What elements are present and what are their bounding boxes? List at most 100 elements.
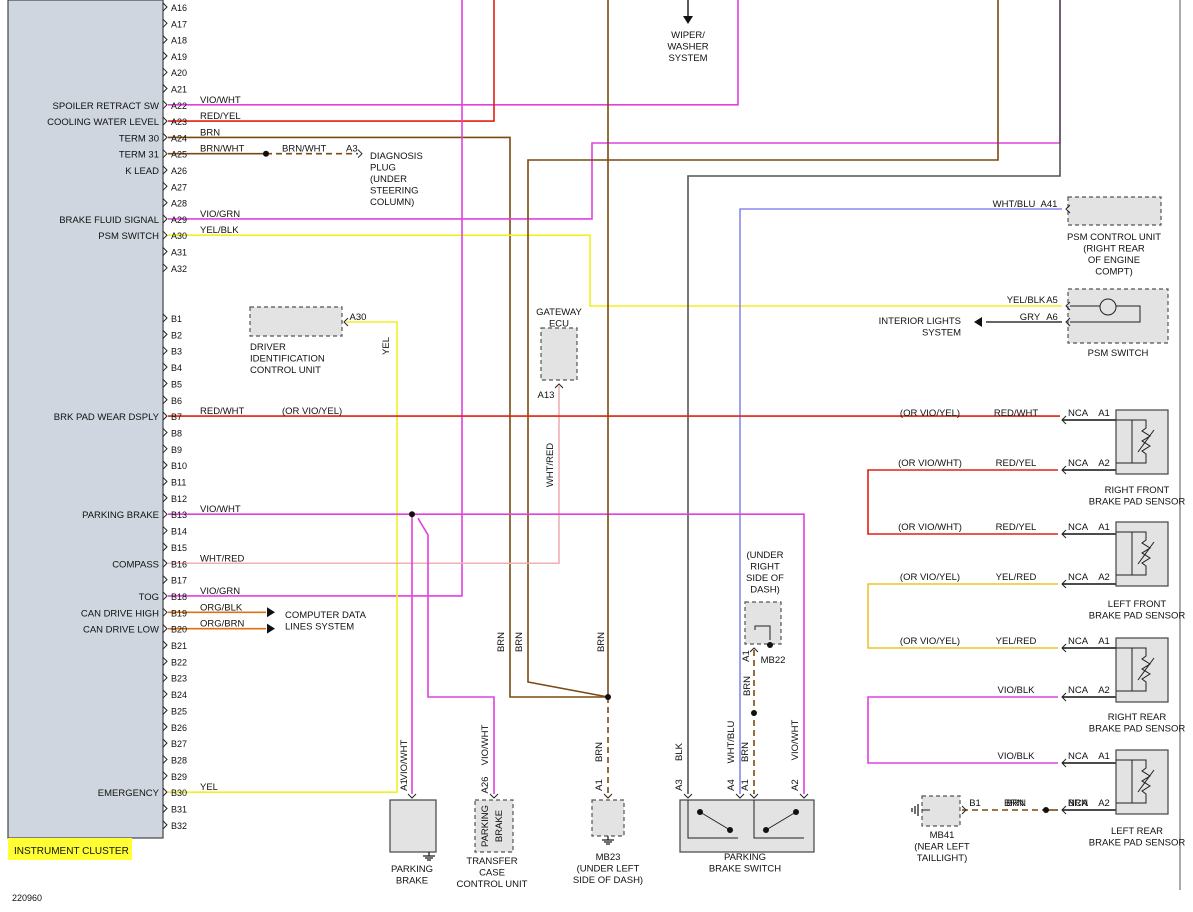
pin-connector [162, 428, 168, 437]
pin-connector [162, 509, 168, 519]
parking-brake-switch-pin: A4 [726, 779, 737, 791]
pin-b9: B9 [171, 445, 182, 455]
splice-dot [767, 642, 773, 648]
pin-a19: A19 [171, 52, 187, 62]
cluster-function-b19: CAN DRIVE HIGH [81, 608, 159, 619]
pin-connector [162, 35, 168, 44]
pin-connector [162, 706, 168, 715]
pin-connector [162, 607, 168, 617]
instrument-cluster-title: INSTRUMENT CLUSTER [14, 846, 129, 857]
pin-b14: B14 [171, 527, 187, 537]
pin-b10: B10 [171, 461, 187, 471]
pin-a18: A18 [171, 36, 187, 46]
driver-id-label: IDENTIFICATION [250, 354, 325, 365]
switch-pivot [763, 827, 769, 833]
cluster-function-b30: EMERGENCY [98, 788, 160, 799]
mb23-label: SIDE OF DASH) [573, 875, 643, 886]
wiper-washer-label: WIPER/ [671, 30, 705, 41]
diagnosis-plug-label: PLUG [370, 163, 396, 174]
pin-b22: B22 [171, 657, 187, 667]
mb41-pin: B1 [969, 798, 981, 809]
parking-brake-switch-connector [749, 793, 759, 799]
splice-dot [751, 710, 757, 716]
diag-wire-color: BRN/WHT [282, 144, 327, 155]
splice-dot [1043, 807, 1049, 813]
gateway-label: GATEWAY [536, 307, 582, 318]
pin-connector [162, 820, 168, 830]
mb22-name: MB22 [761, 655, 786, 666]
psm-control-unit [1067, 196, 1162, 226]
mb22-location-label: (UNDER [747, 550, 784, 561]
pin-b30: B30 [171, 788, 187, 798]
parking-brake-switch-wire: WHT/BLU [726, 720, 737, 763]
rf-a2-wire-color: RED/YEL [996, 458, 1037, 469]
parking-brake-switch-label: BRAKE SWITCH [709, 864, 781, 875]
rr-a2-nca: NCA [1068, 685, 1089, 696]
rf-a2-alt-color: (OR VIO/WHT) [898, 458, 962, 469]
wire-a22 [168, 0, 739, 106]
diagnosis-plug-label: (UNDER [370, 174, 407, 185]
mb22-pin: A1 [741, 650, 752, 662]
pin-b6: B6 [171, 396, 182, 406]
pin-b28: B28 [171, 755, 187, 765]
parking-brake-switch-pin: A1 [740, 779, 751, 791]
pin-a22: A22 [171, 101, 187, 111]
arrow-left-icon [974, 317, 982, 327]
psm-switch-label: PSM SWITCH [1088, 348, 1149, 359]
cluster-function-a25: TERM 31 [119, 150, 159, 161]
transfer-case-inner: PARKING [480, 805, 491, 847]
parking-brake-switch-wire: VIO/WHT [790, 719, 801, 760]
diagnosis-plug-label: STEERING [370, 186, 419, 197]
pin-b27: B27 [171, 739, 187, 749]
arrow-right-icon [267, 623, 275, 634]
wiper-washer-label: WASHER [667, 42, 708, 53]
pin-b2: B2 [171, 330, 182, 340]
pin-b11: B11 [171, 478, 186, 488]
parking-brake-switch-pin: A3 [674, 779, 685, 791]
pin-connector [162, 165, 168, 175]
pin-connector [162, 313, 168, 323]
lr-a1-pin: A1 [1098, 751, 1110, 762]
psm-control-unit-label: (RIGHT REAR [1083, 244, 1145, 255]
pin-b5: B5 [171, 379, 182, 389]
interior-lights-label: INTERIOR LIGHTS [879, 316, 961, 327]
parking-brake-switch-connector [683, 793, 693, 799]
left-rear-sensor-label: BRAKE PAD SENSOR [1089, 838, 1186, 849]
psm-control-unit-label: COMPT) [1095, 267, 1132, 278]
psm-cu-pin: A41 [1041, 199, 1058, 210]
pin-a29: A29 [171, 215, 187, 225]
rf-a1-nca: NCA [1068, 408, 1089, 419]
pin-a32: A32 [171, 264, 187, 274]
pin-connector [162, 640, 168, 650]
psm-switch-pin2: A6 [1046, 312, 1058, 323]
right-rear-sensor-label: BRAKE PAD SENSOR [1089, 724, 1186, 735]
brn-label: BRN [496, 632, 507, 652]
brn-label: BRN [596, 632, 607, 652]
arrow-right-icon [267, 607, 275, 618]
splice-dot [263, 150, 269, 157]
pin-b17: B17 [171, 576, 187, 586]
lf-a2-pin: A2 [1098, 572, 1110, 583]
pin-a31: A31 [171, 248, 187, 258]
psm-switch [1067, 288, 1169, 344]
rr-a1-wire-color: YEL/RED [996, 636, 1037, 647]
transfer-case-pin: A26 [480, 777, 491, 794]
driver-id-pin: A30 [350, 312, 367, 323]
pin-connector [162, 673, 168, 683]
diag-pin: A3 [346, 144, 358, 155]
pin-a20: A20 [171, 68, 187, 78]
transfer-case-connector [489, 793, 499, 799]
wire-color-a30: YEL/BLK [200, 225, 239, 236]
pin-b29: B29 [171, 772, 187, 782]
wire-color-b20: ORG/BRN [200, 619, 244, 630]
transfer-case-label: CONTROL UNIT [457, 879, 528, 890]
wire-color-b7: RED/WHT [200, 406, 245, 417]
pin-connector [162, 84, 168, 93]
driver-id-label: CONTROL UNIT [250, 365, 321, 376]
pin-a17: A17 [171, 19, 187, 29]
cluster-function-b20: CAN DRIVE LOW [83, 625, 159, 636]
pin-b32: B32 [171, 821, 187, 831]
pin-b16: B16 [171, 559, 187, 569]
left-front-sensor-label: LEFT FRONT [1108, 599, 1167, 610]
pin-b4: B4 [171, 363, 182, 373]
